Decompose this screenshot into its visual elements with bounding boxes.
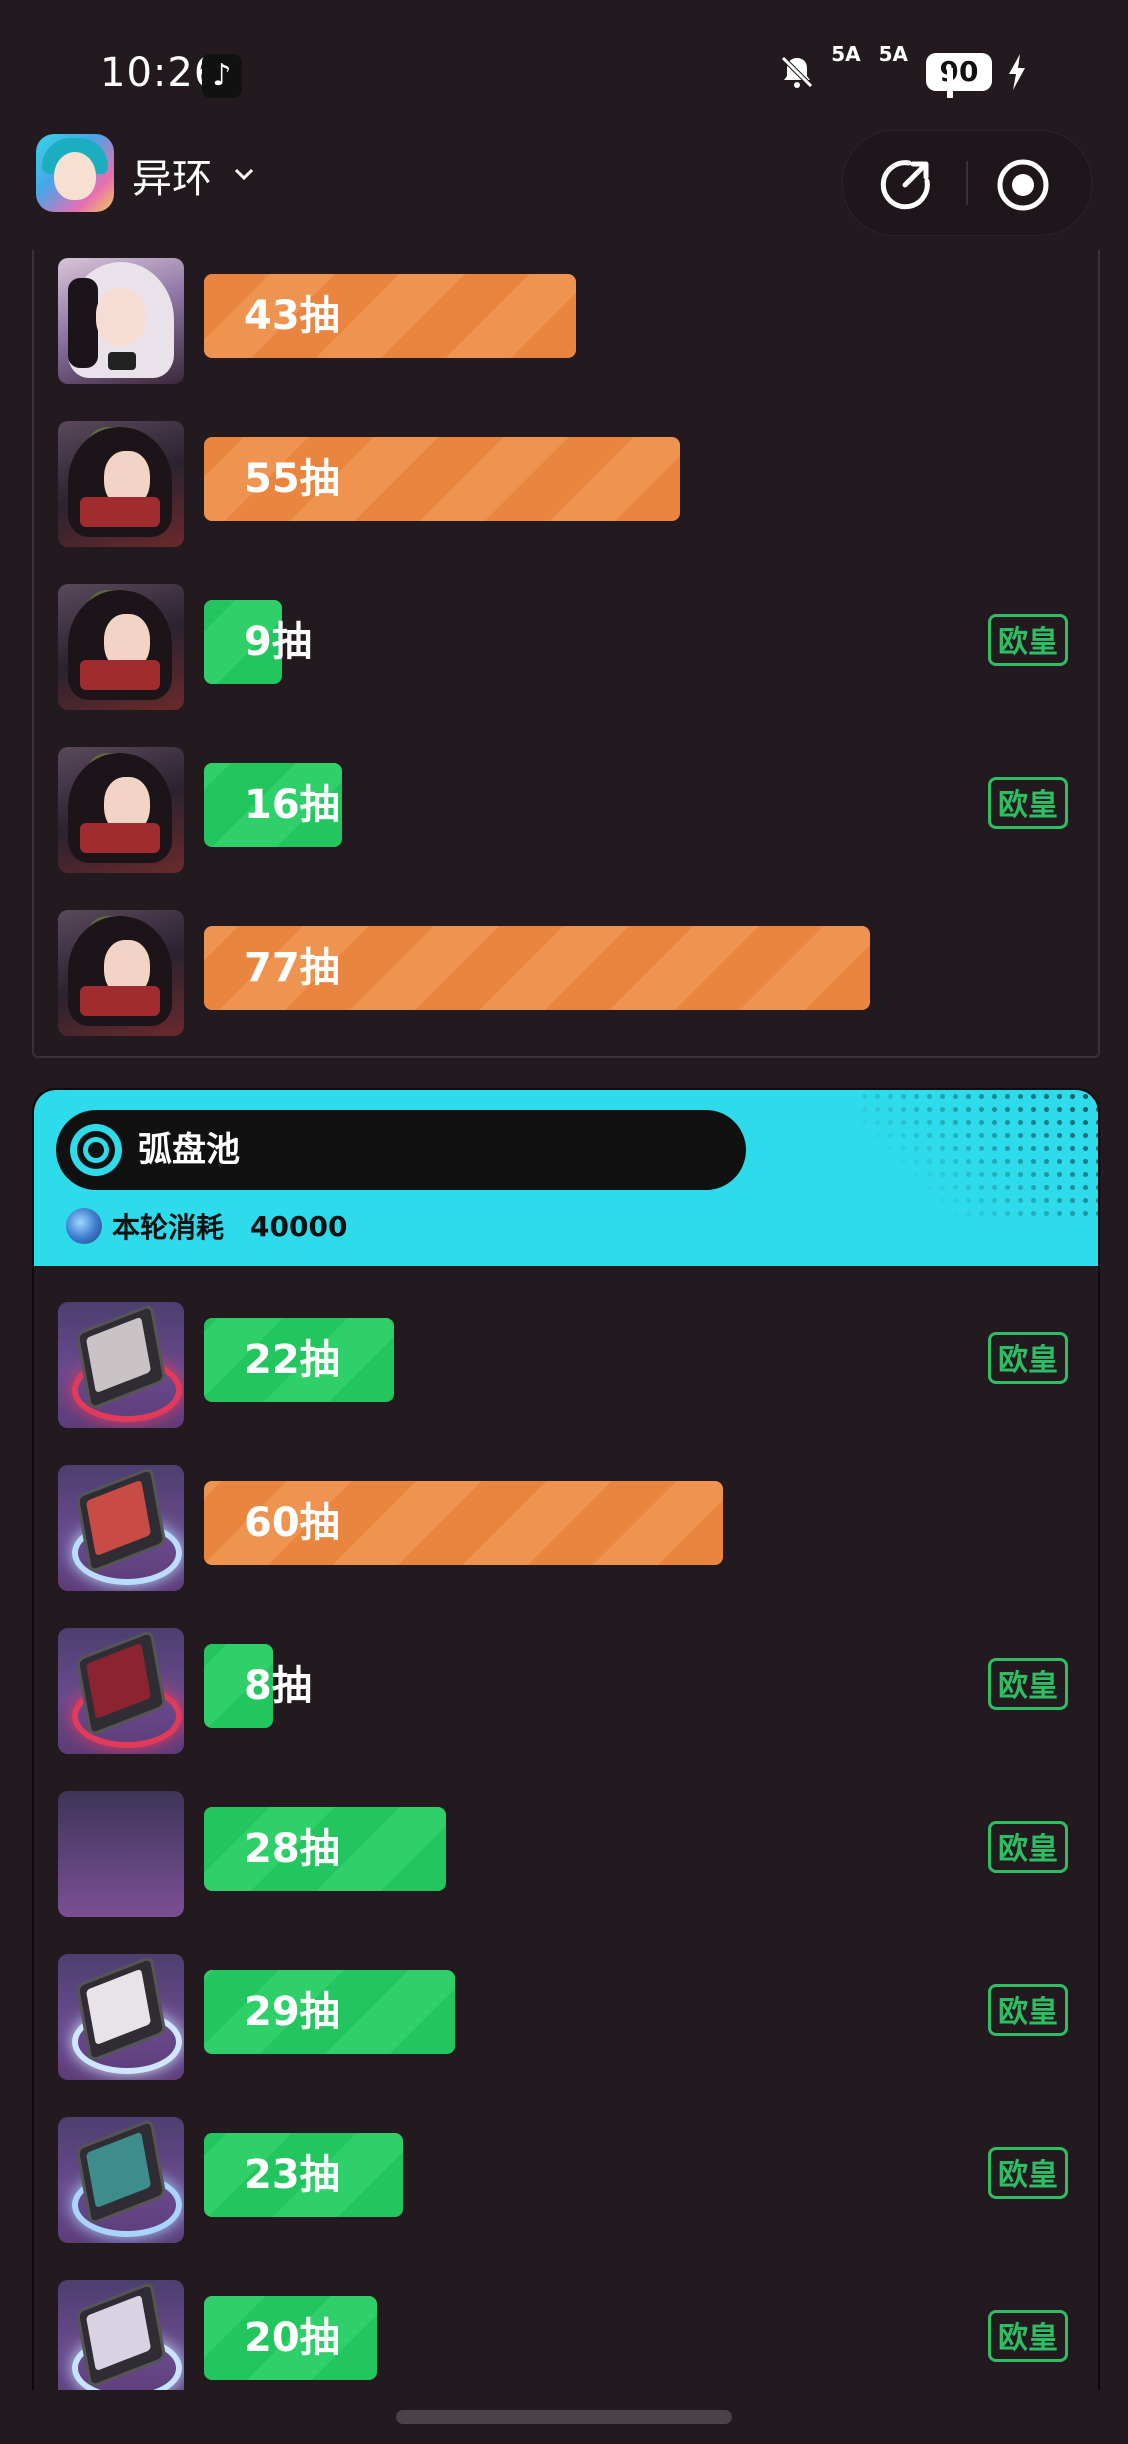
signal-icon-1: 5A — [831, 44, 954, 98]
pull-count-label: 23抽 — [244, 2152, 340, 2198]
lucky-badge: 欧皇 — [988, 2147, 1068, 2199]
character-thumbnail — [58, 910, 184, 1036]
cost-label: 本轮消耗 — [112, 1211, 225, 1244]
content-area[interactable]: 43抽 55抽 9抽 欧皇 16抽 欧皇 77抽 弧盘池 本轮消耗 40000 22抽 欧皇 6… — [0, 250, 1128, 2390]
pull-count-label: 55抽 — [244, 456, 340, 502]
character-thumbnail — [58, 421, 184, 547]
pull-count-label: 60抽 — [244, 1500, 340, 1546]
pull-row: 29抽 欧皇 — [34, 1954, 1098, 2080]
pool-cost: 本轮消耗 40000 — [66, 1204, 347, 1248]
disc-thumbnail — [58, 1628, 184, 1754]
charging-icon — [1009, 54, 1025, 90]
disc-thumbnail — [58, 1954, 184, 2080]
record-icon[interactable] — [995, 157, 1051, 213]
lucky-badge: 欧皇 — [988, 1332, 1068, 1384]
pull-count-label: 22抽 — [244, 1337, 340, 1383]
character-thumbnail — [58, 258, 184, 384]
pull-row: 77抽 — [34, 910, 1098, 1036]
pool-header: 弧盘池 本轮消耗 40000 — [34, 1090, 1098, 1266]
pull-row: 43抽 — [34, 258, 1098, 384]
app-title[interactable]: 异环 — [132, 146, 212, 204]
disc-thumbnail — [58, 1302, 184, 1428]
disc-thumbnail — [58, 2280, 184, 2390]
app-header: 异环 — [0, 120, 1128, 250]
lucky-badge: 欧皇 — [988, 777, 1068, 829]
status-icons: 5A 5A 90 — [777, 44, 1028, 98]
lucky-badge: 欧皇 — [988, 614, 1068, 666]
disc-thumbnail — [58, 1465, 184, 1591]
character-thumbnail — [58, 584, 184, 710]
lucky-badge: 欧皇 — [988, 1984, 1068, 2036]
pull-count-label: 43抽 — [244, 293, 340, 339]
cost-value: 40000 — [250, 1209, 348, 1243]
currency-gem-icon — [66, 1208, 102, 1244]
pull-count-label: 9抽 — [244, 619, 312, 665]
pull-row: 22抽 欧皇 — [34, 1302, 1098, 1428]
lucky-badge: 欧皇 — [988, 2310, 1068, 2362]
pull-count-label: 16抽 — [244, 782, 340, 828]
character-thumbnail — [58, 747, 184, 873]
pull-row: 55抽 — [34, 421, 1098, 547]
app-icon[interactable] — [36, 134, 114, 212]
target-icon — [70, 1124, 122, 1176]
disc-pool-panel: 弧盘池 本轮消耗 40000 22抽 欧皇 60抽 8抽 欧皇 28抽 欧皇 29抽 欧皇 23抽… — [32, 1088, 1100, 2390]
home-indicator[interactable] — [396, 2410, 732, 2424]
character-pool-panel: 43抽 55抽 9抽 欧皇 16抽 欧皇 77抽 — [32, 250, 1100, 1058]
pull-count-label: 28抽 — [244, 1826, 340, 1872]
pull-row: 23抽 欧皇 — [34, 2117, 1098, 2243]
miniprogram-capsule — [842, 130, 1092, 236]
bell-muted-icon — [781, 56, 813, 88]
pull-count-label: 20抽 — [244, 2315, 340, 2361]
signal-icon-2: 5A — [879, 44, 954, 98]
chevron-down-icon[interactable] — [232, 162, 256, 186]
pull-count-label: 8抽 — [244, 1663, 312, 1709]
nav-bar — [0, 2390, 1128, 2444]
pull-count-label: 29抽 — [244, 1989, 340, 2035]
pull-row: 20抽 欧皇 — [34, 2280, 1098, 2390]
pool-title-pill: 弧盘池 — [56, 1110, 746, 1190]
pull-row: 60抽 — [34, 1465, 1098, 1591]
tiktok-icon: ♪ — [202, 54, 242, 98]
status-bar: 10:26 ♪ 5A 5A 90 — [0, 0, 1128, 120]
pull-row: 9抽 欧皇 — [34, 584, 1098, 710]
share-icon[interactable] — [879, 157, 933, 211]
decorative-dots — [858, 1090, 1098, 1220]
disc-thumbnail — [58, 2117, 184, 2243]
lucky-badge: 欧皇 — [988, 1821, 1068, 1873]
lucky-badge: 欧皇 — [988, 1658, 1068, 1710]
pool-title: 弧盘池 — [138, 1130, 240, 1170]
pull-row: 8抽 欧皇 — [34, 1628, 1098, 1754]
pull-count-label: 77抽 — [244, 945, 340, 991]
disc-thumbnail — [58, 1791, 184, 1917]
pull-row: 16抽 欧皇 — [34, 747, 1098, 873]
pull-row: 28抽 欧皇 — [34, 1791, 1098, 1917]
battery-indicator: 90 — [926, 53, 992, 91]
